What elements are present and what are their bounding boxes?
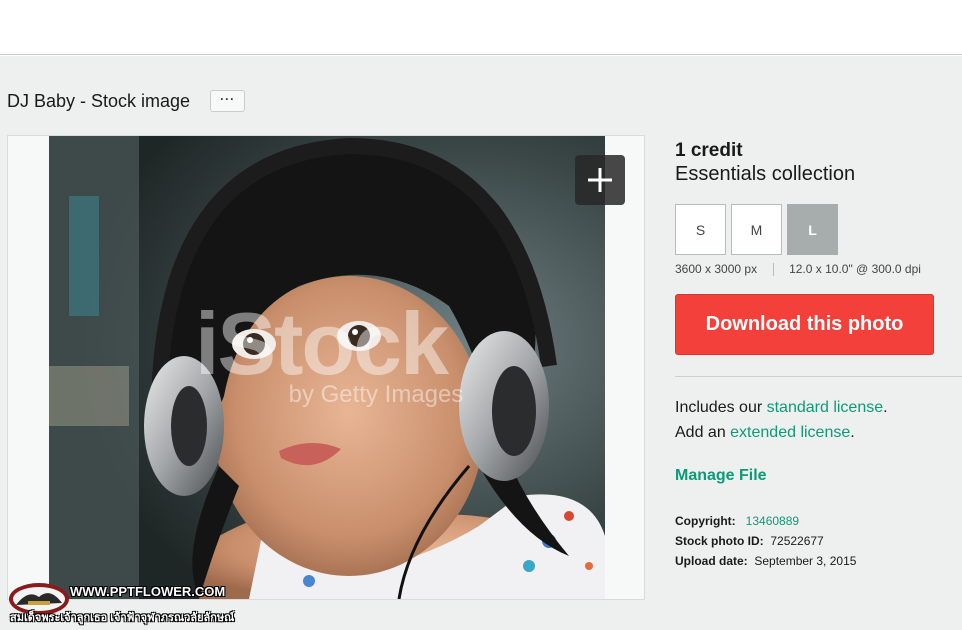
collection-name: Essentials collection bbox=[675, 163, 856, 185]
stock-id-row: Stock photo ID: 72522677 bbox=[675, 531, 856, 551]
upload-date-label: Upload date: bbox=[675, 554, 748, 568]
license-period: . bbox=[883, 399, 888, 416]
upload-date-row: Upload date: September 3, 2015 bbox=[675, 551, 856, 571]
dimensions-divider bbox=[773, 262, 775, 276]
content-area: DJ Baby - Stock image ··· iStock by Gett… bbox=[0, 56, 962, 630]
site-watermark-url: WWW.PPTFLOWER.COM bbox=[70, 584, 226, 599]
pixel-dimensions: 3600 x 3000 px bbox=[675, 262, 758, 276]
download-button[interactable]: Download this photo bbox=[675, 294, 934, 355]
page-title: DJ Baby - Stock image bbox=[7, 90, 191, 111]
standard-license-link[interactable]: standard license bbox=[767, 399, 884, 416]
stock-id-value: 72522677 bbox=[770, 534, 824, 548]
add-to-board-button[interactable] bbox=[575, 155, 625, 205]
file-metadata: Copyright: 13460889 Stock photo ID: 7252… bbox=[675, 511, 856, 571]
copyright-row: Copyright: 13460889 bbox=[675, 511, 856, 531]
extended-license-line: Add an extended license. bbox=[675, 420, 888, 445]
copyright-link[interactable]: 13460889 bbox=[746, 514, 799, 528]
copyright-label: Copyright: bbox=[675, 514, 736, 528]
standard-license-line: Includes our standard license. bbox=[675, 395, 888, 420]
photo-frame: iStock by Getty Images bbox=[7, 135, 645, 600]
size-selector: S M L bbox=[675, 204, 838, 255]
stock-photo[interactable]: iStock by Getty Images bbox=[49, 136, 605, 599]
license-info: Includes our standard license. Add an ex… bbox=[675, 395, 888, 445]
credit-price: 1 credit bbox=[675, 140, 743, 161]
size-m-button[interactable]: M bbox=[731, 204, 782, 255]
license-text: Add an bbox=[675, 424, 731, 441]
size-dimensions: 3600 x 3000 px 12.0 x 10.0" @ 300.0 dpi bbox=[675, 262, 921, 276]
stock-id-label: Stock photo ID: bbox=[675, 534, 764, 548]
istock-watermark-brand: iStock bbox=[194, 294, 449, 393]
title-row: DJ Baby - Stock image ··· bbox=[7, 89, 246, 113]
istock-watermark: iStock by Getty Images bbox=[161, 294, 481, 409]
license-period: . bbox=[850, 424, 855, 441]
size-s-button[interactable]: S bbox=[675, 204, 726, 255]
upload-date-value: September 3, 2015 bbox=[754, 554, 857, 568]
size-l-button[interactable]: L bbox=[787, 204, 838, 255]
extended-license-link[interactable]: extended license bbox=[730, 424, 850, 441]
site-watermark: WWW.PPTFLOWER.COM สมเด็จพระเจ้าลูกเธอ เจ… bbox=[2, 578, 235, 630]
manage-file-link[interactable]: Manage File bbox=[675, 467, 767, 485]
license-text: Includes our bbox=[675, 399, 767, 416]
sidebar-divider bbox=[675, 376, 962, 377]
site-watermark-subtitle: สมเด็จพระเจ้าลูกเธอ เจ้าฟ้าจุฬาภรณวลัยลั… bbox=[10, 612, 235, 624]
print-dimensions: 12.0 x 10.0" @ 300.0 dpi bbox=[789, 262, 921, 276]
top-bar bbox=[0, 0, 962, 55]
more-options-button[interactable]: ··· bbox=[210, 90, 246, 112]
plus-icon bbox=[588, 168, 612, 192]
